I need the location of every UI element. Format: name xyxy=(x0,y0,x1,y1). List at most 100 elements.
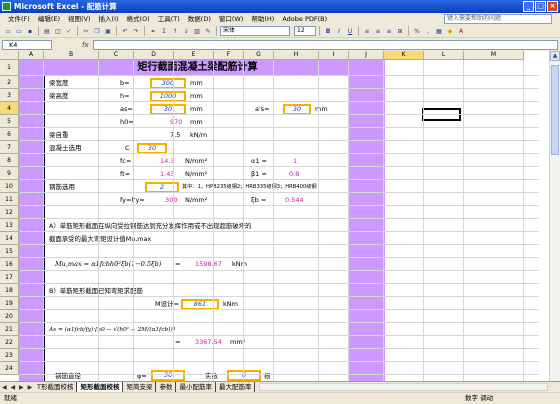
vertical-scrollbar[interactable]: ▲ xyxy=(549,51,560,381)
row-header-17[interactable]: 17 xyxy=(0,271,19,284)
italic-icon[interactable]: I xyxy=(334,26,344,36)
column-header-M[interactable]: M xyxy=(464,51,524,60)
menu-item-8[interactable]: 帮助(H) xyxy=(247,13,278,25)
chart-wizard-icon[interactable]: ▥ xyxy=(192,26,202,36)
column-header-L[interactable]: L xyxy=(424,51,464,60)
underline-icon[interactable]: U xyxy=(345,26,355,36)
copy-icon[interactable]: ❐ xyxy=(92,26,102,36)
redo-icon[interactable]: ↷ xyxy=(131,26,141,36)
menu-item-5[interactable]: 工具(T) xyxy=(154,13,184,25)
undo-icon[interactable]: ↶ xyxy=(120,26,130,36)
row-header-15[interactable]: 15 xyxy=(0,245,19,258)
comma-icon[interactable]: , xyxy=(423,26,433,36)
align-left-icon[interactable]: ≡ xyxy=(362,26,372,36)
row-header-20[interactable]: 20 xyxy=(0,310,19,323)
row-header-2[interactable]: 2 xyxy=(0,76,19,89)
column-header-A[interactable]: A xyxy=(19,51,44,60)
font-name-select[interactable]: 宋体 xyxy=(220,26,290,36)
row-header-22[interactable]: 22 xyxy=(0,336,19,349)
close-button[interactable]: × xyxy=(547,1,558,12)
menu-item-9[interactable]: Adobe PDF(B) xyxy=(278,13,331,25)
input-bar-diameter[interactable]: 36 xyxy=(151,370,185,381)
row-header-7[interactable]: 7 xyxy=(0,141,19,154)
row-header-6[interactable]: 6 xyxy=(0,128,19,141)
horizontal-scrollbar[interactable] xyxy=(259,383,548,391)
select-all-corner[interactable] xyxy=(0,51,19,60)
column-header-K[interactable]: K xyxy=(384,51,424,60)
sort-asc-icon[interactable]: ↑ xyxy=(170,26,180,36)
column-header-C[interactable]: C xyxy=(99,51,134,60)
font-size-select[interactable]: 12 xyxy=(294,26,316,36)
sheet-tab-0[interactable]: T形截面校核 xyxy=(34,382,78,392)
row-header-13[interactable]: 13 xyxy=(0,219,19,232)
percent-icon[interactable]: % xyxy=(412,26,422,36)
column-header-F[interactable]: F xyxy=(214,51,244,60)
menu-item-1[interactable]: 编辑(E) xyxy=(34,13,64,25)
sort-desc-icon[interactable]: ↓ xyxy=(181,26,191,36)
column-header-B[interactable]: B xyxy=(44,51,99,60)
drawing-icon[interactable]: ✎ xyxy=(203,26,213,36)
font-color-icon[interactable]: A xyxy=(456,26,466,36)
row-header-23[interactable]: 23 xyxy=(0,349,19,362)
menu-item-3[interactable]: 插入(I) xyxy=(95,13,123,25)
fill-color-icon[interactable]: ◆ xyxy=(445,26,455,36)
fx-icon[interactable]: fx xyxy=(82,41,89,49)
spellcheck-icon[interactable]: ✓ xyxy=(64,26,74,36)
column-header-G[interactable]: G xyxy=(244,51,274,60)
menu-item-0[interactable]: 文件(F) xyxy=(4,13,34,25)
column-header-H[interactable]: H xyxy=(274,51,319,60)
column-header-I[interactable]: I xyxy=(319,51,349,60)
row-header-21[interactable]: 21 xyxy=(0,323,19,336)
align-center-icon[interactable]: ≡ xyxy=(373,26,383,36)
tab-navigation-arrows[interactable]: ◀ ◀ ▶ ▶ xyxy=(0,384,34,391)
row-header-5[interactable]: 5 xyxy=(0,115,19,128)
row-header-8[interactable]: 8 xyxy=(0,154,19,167)
column-header-J[interactable]: J xyxy=(349,51,384,60)
column-header-E[interactable]: E xyxy=(174,51,214,60)
row-header-4[interactable]: 4 xyxy=(0,102,19,115)
row-header-19[interactable]: 19 xyxy=(0,297,19,310)
menu-item-7[interactable]: 窗口(W) xyxy=(215,13,248,25)
menu-item-4[interactable]: 格式(O) xyxy=(123,13,154,25)
new-icon[interactable]: ▫ xyxy=(3,26,13,36)
formula-input[interactable] xyxy=(92,40,558,50)
print-icon[interactable]: ▤ xyxy=(42,26,52,36)
menu-item-6[interactable]: 数据(D) xyxy=(184,13,215,25)
merge-center-icon[interactable]: ⊞ xyxy=(395,26,405,36)
bold-icon[interactable]: B xyxy=(323,26,333,36)
row-header-24[interactable]: 24 xyxy=(0,362,19,375)
align-right-icon[interactable]: ≡ xyxy=(384,26,394,36)
row-header-9[interactable]: 9 xyxy=(0,167,19,180)
row-header-10[interactable]: 10 xyxy=(0,180,19,193)
maximize-button[interactable]: □ xyxy=(535,1,546,12)
scroll-thumb[interactable] xyxy=(551,65,559,155)
input-bar-count[interactable]: 6 xyxy=(227,370,261,381)
worksheet-grid[interactable]: 矩行截面混凝土梁配筋计算 梁宽度 b= 300 mm 梁高度 h= 1000 m… xyxy=(0,51,560,381)
row-header-16[interactable]: 16 xyxy=(0,258,19,271)
scroll-up-icon[interactable]: ▲ xyxy=(550,51,560,61)
preview-icon[interactable]: ◫ xyxy=(53,26,63,36)
row-header-14[interactable]: 14 xyxy=(0,232,19,245)
row-header-11[interactable]: 11 xyxy=(0,193,19,206)
borders-icon[interactable]: ▦ xyxy=(434,26,444,36)
open-icon[interactable]: ▭ xyxy=(14,26,24,36)
row-header-3[interactable]: 3 xyxy=(0,89,19,102)
menu-item-2[interactable]: 视图(V) xyxy=(64,13,95,25)
save-icon[interactable]: ▪ xyxy=(25,26,35,36)
sheet-tab-5[interactable]: 最大配筋率 xyxy=(216,382,256,392)
sheet-tab-3[interactable]: 参数 xyxy=(156,382,177,392)
help-search-input[interactable]: 键入需要帮助的问题 xyxy=(444,14,552,24)
hyperlink-icon[interactable]: ⚭ xyxy=(148,26,158,36)
cut-icon[interactable]: ✂ xyxy=(81,26,91,36)
row-header-18[interactable]: 18 xyxy=(0,284,19,297)
minimize-button[interactable]: _ xyxy=(523,1,534,12)
column-header-D[interactable]: D xyxy=(134,51,174,60)
row-header-1[interactable]: 1 xyxy=(0,60,19,76)
sheet-tab-1[interactable]: 矩形截面校核 xyxy=(77,382,124,392)
row-header-12[interactable]: 12 xyxy=(0,206,19,219)
paste-icon[interactable]: ▣ xyxy=(103,26,113,36)
sheet-tab-4[interactable]: 最小配筋率 xyxy=(176,382,216,392)
sheet-tab-2[interactable]: 矩简支梁 xyxy=(123,382,157,392)
name-box[interactable]: K4 xyxy=(2,40,52,50)
autosum-icon[interactable]: Σ xyxy=(159,26,169,36)
